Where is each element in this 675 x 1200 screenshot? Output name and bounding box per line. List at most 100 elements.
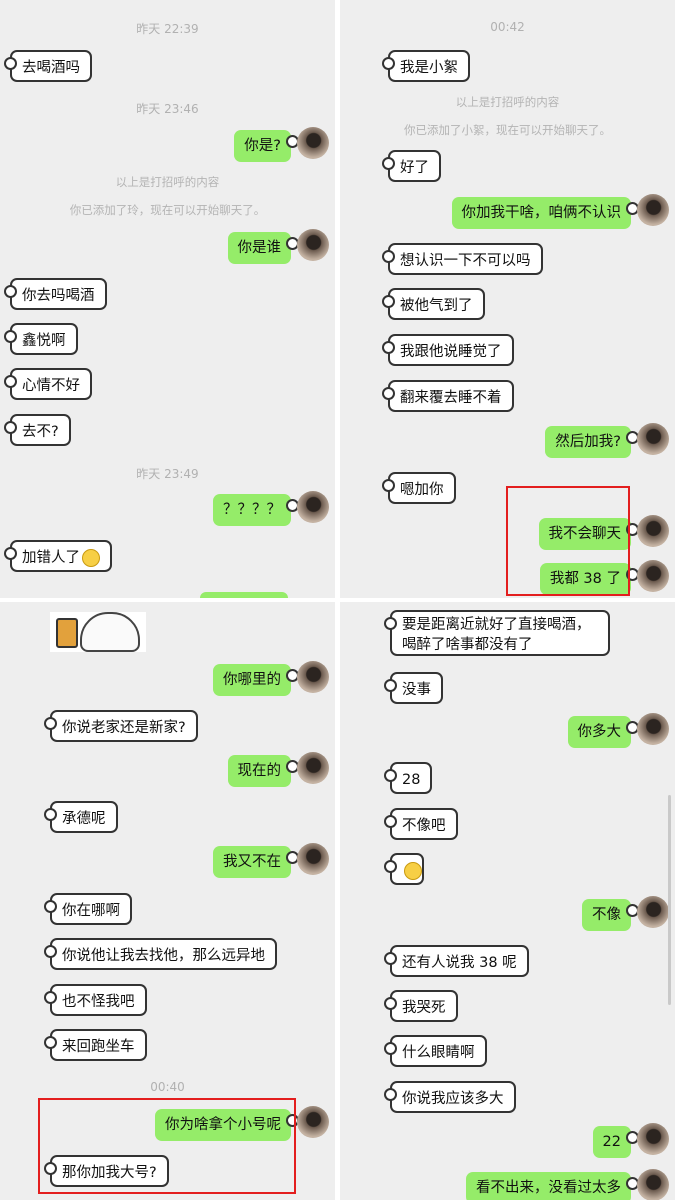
message-bubble[interactable]: 你加我干啥，咱俩不认识 [451,197,639,229]
message-bubble[interactable]: 然后加我? [545,426,639,458]
message-row: 你是谁 [0,229,335,272]
message-row: 翻来覆去睡不着 [340,380,675,420]
message-bubble[interactable]: 你说我应该多大 [384,1081,516,1113]
message-bubble[interactable]: 你在哪啊 [44,893,132,925]
system-notice: 以上是打招呼的内容 [115,175,220,189]
message-row: 鑫悦啊 [0,323,335,363]
message-bubble[interactable]: 被他气到了 [382,288,485,320]
message-bubble[interactable]: 我跟他说睡觉了 [382,334,514,366]
message-row: 想认识一下不可以吗 [340,243,675,283]
message-row: 去喝酒吗 [0,50,335,90]
message-row: 也不怪我吧 [0,984,335,1024]
message-bubble[interactable]: 现在的 [227,755,299,787]
avatar[interactable] [297,752,329,784]
awkward-smile-emoji-icon [82,549,100,567]
message-text: 加错人了 [22,550,80,566]
message-bubble[interactable] [384,853,424,885]
message-bubble[interactable]: 你是谁 [227,232,299,264]
message-row: 什么眼睛啊 [340,1035,675,1075]
message-row: 心情不好 [0,368,335,408]
message-bubble[interactable]: 你说老家还是新家? [44,710,198,742]
avatar[interactable] [297,491,329,523]
message-bubble[interactable]: 去不? [4,414,71,446]
message-bubble[interactable]: 还有人说我 38 呢 [384,945,529,977]
chat-panel-bottom-left: 你哪里的 你说老家还是新家? 现在的 承德呢 我又不在 你在哪啊 你说他让我去找… [0,602,335,1200]
message-bubble[interactable]: 嗯加你 [382,472,456,504]
thinking-emoji-icon [404,862,422,880]
message-row: 然后加我? [340,423,675,466]
avatar[interactable] [637,1169,669,1200]
avatar[interactable] [297,229,329,261]
message-row: 好了 [340,150,675,190]
message-bubble[interactable]: 你哪里的 [213,664,299,696]
message-row: 不像吧 [340,808,675,848]
timestamp: 00:40 [150,1080,185,1094]
message-bubble[interactable]: 没事 [384,672,443,704]
message-row: 承德呢 [0,801,335,841]
message-row: 你说他让我去找他，那么远异地 [0,938,335,978]
highlight-box [38,1098,296,1194]
message-row: 你在哪啊 [0,893,335,933]
message-row: 看不出来，没看过太多 [340,1169,675,1200]
message-bubble[interactable]: 加错人了 [4,540,112,572]
message-bubble[interactable]: 鑫悦啊 [4,323,78,355]
message-row: 28 [340,762,675,802]
message-row: 我跟他说睡觉了 [340,334,675,374]
avatar[interactable] [637,1123,669,1155]
avatar[interactable] [637,560,669,592]
message-bubble[interactable]: 翻来覆去睡不着 [382,380,514,412]
avatar[interactable] [297,1106,329,1138]
message-bubble[interactable]: 28 [383,762,433,794]
message-bubble[interactable]: 不像吧 [384,808,458,840]
message-bubble[interactable]: 22 [592,1126,640,1158]
timestamp: 昨天 23:49 [136,467,199,481]
message-bubble[interactable]: 来回跑坐车 [44,1029,147,1061]
message-row: 你加我干啥，咱俩不认识 [340,194,675,237]
scrollbar[interactable] [668,795,671,1005]
message-bubble[interactable]: 我是小絮 [382,50,470,82]
message-bubble[interactable]: 去喝酒吗 [4,50,92,82]
message-bubble[interactable]: 你说他让我去找他，那么远异地 [44,938,277,970]
message-row: 我是小絮 [340,50,675,90]
avatar[interactable] [297,843,329,875]
bunny-icon [80,612,140,652]
message-bubble[interactable]: 看不出来，没看过太多 [466,1172,639,1200]
message-bubble[interactable]: 心情不好 [4,368,92,400]
avatar[interactable] [297,661,329,693]
beer-mug-icon [56,618,78,648]
message-row: 要是距离近就好了直接喝酒，喝醉了啥事都没有了 [340,610,675,662]
timestamp: 昨天 23:46 [136,102,199,116]
message-row: 你是? [0,127,335,170]
message-bubble[interactable]: 我哭死 [384,990,458,1022]
avatar[interactable] [637,713,669,745]
chat-panel-top-right: 00:42 我是小絮 以上是打招呼的内容 你已添加了小絮，现在可以开始聊天了。 … [340,0,675,598]
avatar[interactable] [637,896,669,928]
system-notice: 你已添加了玲，现在可以开始聊天了。 [69,203,266,217]
message-bubble[interactable]: 好了 [382,150,441,182]
bunny-beer-sticker[interactable] [50,612,146,652]
message-bubble[interactable]: 我又不在 [213,846,299,878]
message-row: 你说我应该多大 [340,1081,675,1121]
message-bubble[interactable]: 想认识一下不可以吗 [382,243,543,275]
message-bubble[interactable]: 承德呢 [44,801,118,833]
message-bubble[interactable]: 什么眼睛啊 [384,1035,487,1067]
message-bubble[interactable]: 你是? [234,130,299,162]
avatar[interactable] [637,194,669,226]
avatar[interactable] [637,423,669,455]
message-row: 去不? [0,414,335,454]
message-bubble-partial [200,592,288,598]
message-row: 不像 [340,896,675,939]
message-row: 你去吗喝酒 [0,278,335,318]
message-row: 现在的 [0,752,335,795]
avatar[interactable] [637,515,669,547]
message-bubble[interactable]: 也不怪我吧 [44,984,147,1016]
message-bubble[interactable]: ？？？？ [213,494,299,526]
avatar[interactable] [297,127,329,159]
message-bubble[interactable]: 不像 [582,899,639,931]
message-bubble[interactable]: 你去吗喝酒 [4,278,107,310]
message-bubble[interactable]: 要是距离近就好了直接喝酒，喝醉了啥事都没有了 [384,610,610,656]
message-row: ？？？？ [0,491,335,534]
message-bubble[interactable]: 你多大 [567,716,639,748]
message-row: 我哭死 [340,990,675,1030]
chat-panel-bottom-right: 要是距离近就好了直接喝酒，喝醉了啥事都没有了 没事 你多大 28 不像吧 不像 … [340,602,675,1200]
